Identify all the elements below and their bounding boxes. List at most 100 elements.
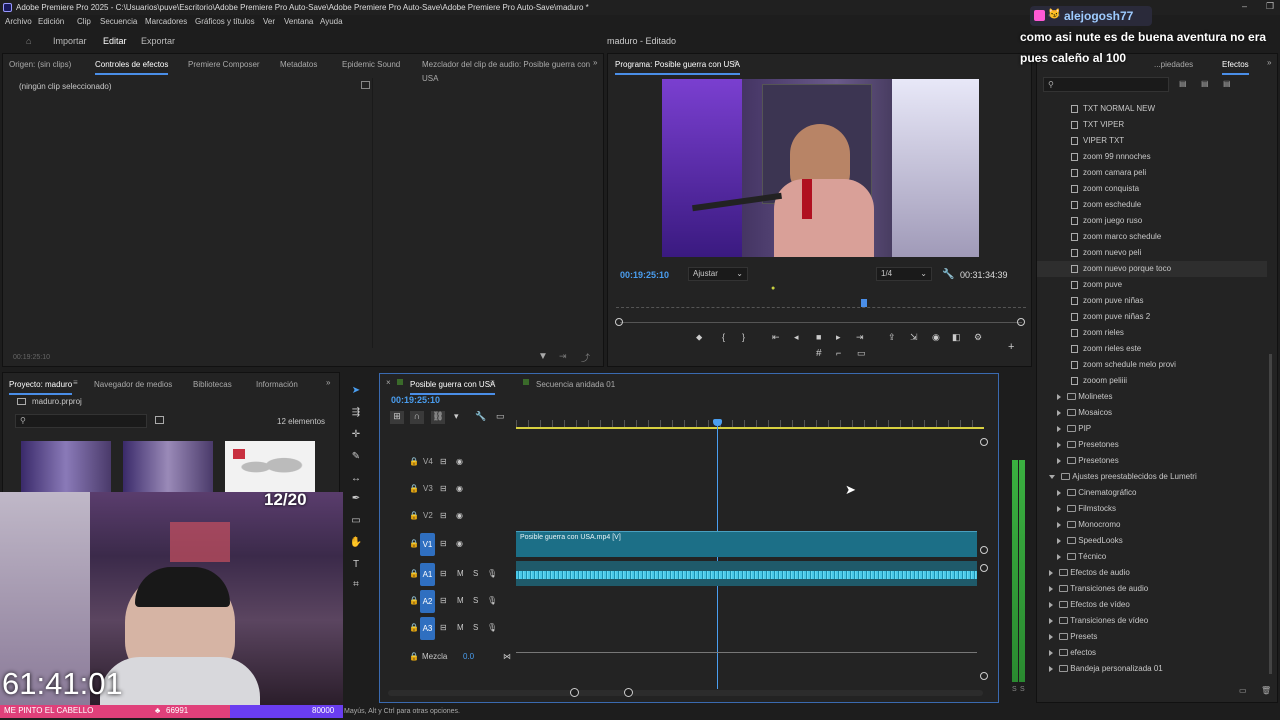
tab-audio-mixer[interactable]: Mezclador del clip de audio: Posible gue… [422,58,603,86]
caption-tool-icon[interactable]: ⌗ [349,578,363,592]
tab-effect-controls[interactable]: Controles de efectos [95,58,169,75]
track-label-a1[interactable]: A1 [420,563,435,586]
slip-tool-icon[interactable]: ↔ [349,472,363,486]
panel-overflow-icon[interactable]: » [593,58,597,67]
ripple-edit-tool-icon[interactable]: ✛ [349,428,363,442]
menu-graficos[interactable]: Gráficos y títulos [195,15,255,29]
microphone-icon[interactable]: 🎙 [487,569,497,578]
chevron-right-icon[interactable] [1049,633,1053,640]
lock-icon[interactable]: 🔒 [409,652,419,661]
home-icon[interactable]: ⌂ [26,29,31,53]
mix-value[interactable]: 0.0 [463,652,474,661]
effects-list-item[interactable]: zoom nuevo peli [1037,245,1267,261]
chevron-down-icon[interactable] [1049,474,1055,479]
lock-icon[interactable]: 🔒 [409,457,419,466]
project-search-input[interactable]: ⚲ [15,414,147,428]
tab-project[interactable]: Proyecto: maduro [9,378,73,395]
sync-lock-icon[interactable]: ⊟ [440,457,447,466]
rectangle-tool-icon[interactable]: ▭ [349,514,363,528]
lock-icon[interactable]: 🔒 [409,539,419,548]
chevron-right-icon[interactable] [1057,537,1061,544]
comparison-icon[interactable]: ◧ [952,332,961,343]
captions-icon[interactable]: ▭ [496,411,505,422]
effects-list-item[interactable]: zoom juego ruso [1037,213,1267,229]
effects-list-item[interactable]: Cinematográfico [1037,485,1267,501]
32bit-effects-icon[interactable]: ▤ [1201,79,1209,88]
chevron-right-icon[interactable] [1057,553,1061,560]
effects-list-item[interactable]: zoom schedule melo provi [1037,357,1267,373]
scroll-handle[interactable] [980,438,988,446]
program-playhead[interactable] [861,299,867,307]
effects-list-item[interactable]: Bandeja personalizada 01 [1037,661,1267,677]
chevron-right-icon[interactable] [1049,569,1053,576]
sync-lock-icon[interactable]: ⊟ [440,596,447,605]
tab-source[interactable]: Origen: (sin clips) [9,58,71,72]
tab-metadata[interactable]: Metadatos [280,58,317,72]
effects-list-item[interactable]: Presetones [1037,453,1267,469]
add-marker-icon[interactable]: ▾ [454,411,459,422]
sync-lock-icon[interactable]: ⊟ [440,484,447,493]
close-tab-icon[interactable]: × [386,378,391,387]
effects-list-item[interactable]: zoom puve niñas 2 [1037,309,1267,325]
loop-icon[interactable]: ⤴ [581,351,590,364]
tab-epidemic-sound[interactable]: Epidemic Sound [342,58,400,72]
tab-sequence-nested[interactable]: Secuencia anidada 01 [536,378,615,392]
lock-icon[interactable]: 🔒 [409,484,419,493]
lock-icon[interactable]: 🔒 [409,596,419,605]
effects-list-item[interactable]: zooom peliiii [1037,373,1267,389]
menu-marcadores[interactable]: Marcadores [145,15,187,29]
effects-list-item[interactable]: Transiciones de audio [1037,581,1267,597]
step-back-icon[interactable]: ◂ [794,332,799,343]
scroll-handle[interactable] [980,546,988,554]
panel-overflow-icon[interactable]: » [326,378,330,387]
marker-icon[interactable]: ● [771,285,775,292]
scroll-handle[interactable] [980,672,988,680]
menu-secuencia[interactable]: Secuencia [100,15,137,29]
video-clip[interactable]: Posible guerra con USA.mp4 [V] [516,531,977,557]
scroll-handle-right[interactable] [624,688,633,697]
extract-icon[interactable]: ⇲ [910,332,918,343]
mute-icon[interactable]: M [457,623,464,632]
fit-dropdown[interactable]: Ajustar ⌄ [688,267,748,281]
sync-lock-icon[interactable]: ⊟ [440,539,447,548]
tab-media-browser[interactable]: Navegador de medios [94,378,172,392]
pen-tool-icon[interactable]: ✒ [349,492,363,506]
mute-icon[interactable]: M [457,569,464,578]
effects-list-item[interactable]: zoom rieles [1037,325,1267,341]
program-zoom-bar[interactable] [620,322,1022,323]
mark-in-icon[interactable]: { [722,332,725,342]
go-to-out-icon[interactable]: ⇥ [856,332,864,343]
chevron-right-icon[interactable] [1057,457,1061,464]
effects-list-item[interactable]: VIPER TXT [1037,133,1267,149]
export-frame-icon[interactable]: ⇥ [559,351,567,362]
effects-list-item[interactable]: zoom puve [1037,277,1267,293]
chevron-right-icon[interactable] [1057,521,1061,528]
effects-list-item[interactable]: zoom puve niñas [1037,293,1267,309]
step-forward-icon[interactable]: ▸ [836,332,841,343]
timeline-settings-icon[interactable]: 🔧 [475,411,486,422]
microphone-icon[interactable]: 🎙 [487,596,497,605]
program-ruler[interactable] [616,298,1026,308]
audio-clip[interactable] [516,561,977,586]
timeline-ruler[interactable] [516,420,984,429]
lock-icon[interactable]: 🔒 [409,511,419,520]
panel-menu-icon[interactable]: ≡ [490,378,495,387]
filter-icon[interactable]: ▼ [538,351,548,362]
eye-icon[interactable]: ◉ [456,457,463,466]
chevron-right-icon[interactable] [1057,441,1061,448]
hand-tool-icon[interactable]: ✋ [349,536,363,550]
panel-menu-icon[interactable]: ≡ [73,378,78,387]
effects-search-input[interactable]: ⚲ [1043,77,1169,92]
import-tab[interactable]: Importar [53,29,87,53]
menu-archivo[interactable]: Archivo [5,15,32,29]
zoom-handle-left[interactable] [615,318,623,326]
track-label-v1[interactable]: V1 [420,533,435,556]
chevron-right-icon[interactable] [1049,665,1053,672]
effects-list-item[interactable]: Monocromo [1037,517,1267,533]
menu-ventana[interactable]: Ventana [284,15,313,29]
media-thumbnail[interactable] [21,441,111,493]
tab-sequence-main[interactable]: Posible guerra con USA [410,378,496,395]
tab-libraries[interactable]: Bibliotecas [193,378,232,392]
linked-selection-icon[interactable]: ⛓ [431,411,445,424]
chevron-right-icon[interactable] [1049,585,1053,592]
